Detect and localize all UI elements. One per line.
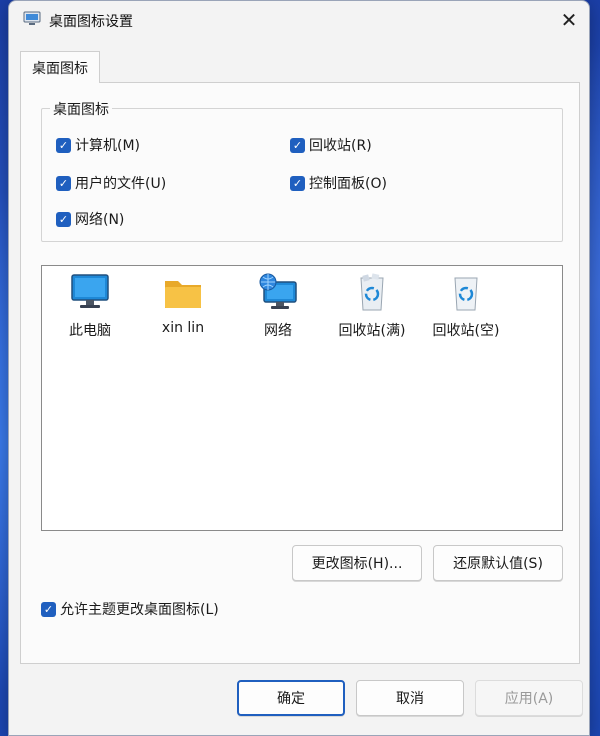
checkbox-label: 回收站(R) [309,138,372,154]
list-item-user-folder[interactable]: xin lin [143,272,223,352]
checkmark-icon: ✓ [41,601,56,617]
folder-icon [165,281,201,308]
restore-default-button[interactable]: 还原默认值(S) [433,545,563,581]
checkmark-icon: ✓ [290,137,305,153]
list-item-this-pc[interactable]: 此电脑 [50,272,130,352]
list-item-label: 回收站(满) [338,323,406,339]
checkbox-label: 控制面板(O) [309,176,387,192]
list-item-label: 此电脑 [69,323,111,339]
button-label: 确定 [277,691,305,707]
checkbox-computer[interactable]: ✓ 计算机(M) [56,135,140,155]
close-button[interactable]: ✕ [553,5,585,35]
checkbox-label: 计算机(M) [75,138,141,154]
network-globe-icon [259,273,297,309]
tab-panel: 桌面图标 ✓ 计算机(M) ✓ 回收站(R) ✓ 用户的文件(U) ✓ 控制面板… [20,82,580,664]
button-label: 取消 [396,691,424,707]
checkbox-user-files[interactable]: ✓ 用户的文件(U) [56,173,166,193]
close-icon: ✕ [560,8,578,32]
group-legend: 桌面图标 [50,99,112,119]
cancel-button[interactable]: 取消 [356,680,464,716]
desktop-icon-settings-dialog: 桌面图标设置 ✕ 桌面图标 桌面图标 ✓ 计算机(M) ✓ 回收站(R) ✓ 用… [8,0,590,736]
recycle-bin-empty-icon [454,277,478,311]
list-item-label: 回收站(空) [432,323,500,339]
list-item-recycle-bin-full[interactable]: 回收站(满) [332,272,412,352]
list-item-label: xin lin [161,320,205,336]
button-label: 还原默认值(S) [453,556,543,572]
checkmark-icon: ✓ [290,175,305,191]
checkbox-label: 用户的文件(U) [75,176,167,192]
list-item-network[interactable]: 网络 [238,272,318,352]
allow-themes-checkbox[interactable]: ✓ 允许主题更改桌面图标(L) [41,599,219,619]
checkbox-recycle-bin[interactable]: ✓ 回收站(R) [290,135,372,155]
display-settings-icon [23,11,41,25]
checkbox-network[interactable]: ✓ 网络(N) [56,209,124,229]
recycle-bin-full-icon [360,273,384,311]
window-title: 桌面图标设置 [49,14,133,30]
checkmark-icon: ✓ [56,211,71,227]
title-bar: 桌面图标设置 ✕ [9,1,589,39]
desktop-icon-list[interactable]: 此电脑 xin lin 网络 回收站(满) 回收站(空) [41,265,563,531]
button-label: 更改图标(H)... [311,556,403,572]
apply-button[interactable]: 应用(A) [475,680,583,716]
monitor-icon [71,274,109,308]
change-icon-button[interactable]: 更改图标(H)... [292,545,422,581]
checkbox-label: 允许主题更改桌面图标(L) [60,602,219,618]
desktop-icons-groupbox: 桌面图标 ✓ 计算机(M) ✓ 回收站(R) ✓ 用户的文件(U) ✓ 控制面板… [41,99,563,242]
ok-button[interactable]: 确定 [237,680,345,716]
tab-desktop-icons[interactable]: 桌面图标 [20,51,100,83]
checkmark-icon: ✓ [56,175,71,191]
checkbox-label: 网络(N) [75,212,125,228]
button-label: 应用(A) [504,691,554,707]
checkbox-control-panel[interactable]: ✓ 控制面板(O) [290,173,387,193]
list-item-label: 网络 [264,323,292,339]
tab-label: 桌面图标 [32,60,88,77]
list-item-recycle-bin-empty[interactable]: 回收站(空) [426,272,506,352]
checkmark-icon: ✓ [56,137,71,153]
